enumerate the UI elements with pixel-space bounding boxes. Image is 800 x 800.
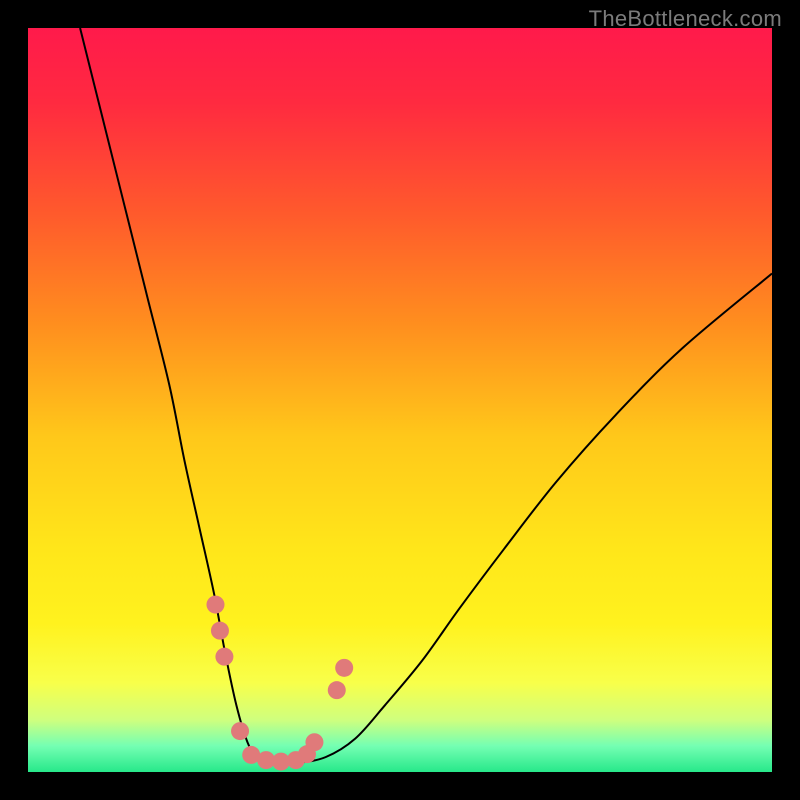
data-marker bbox=[211, 622, 229, 640]
data-marker bbox=[215, 648, 233, 666]
bottleneck-curve bbox=[80, 28, 772, 764]
data-marker bbox=[206, 596, 224, 614]
data-marker bbox=[335, 659, 353, 677]
plot-frame bbox=[28, 28, 772, 772]
data-marker bbox=[305, 733, 323, 751]
data-marker bbox=[328, 681, 346, 699]
watermark-text: TheBottleneck.com bbox=[589, 6, 782, 32]
data-marker bbox=[231, 722, 249, 740]
chart-curve-layer bbox=[28, 28, 772, 772]
